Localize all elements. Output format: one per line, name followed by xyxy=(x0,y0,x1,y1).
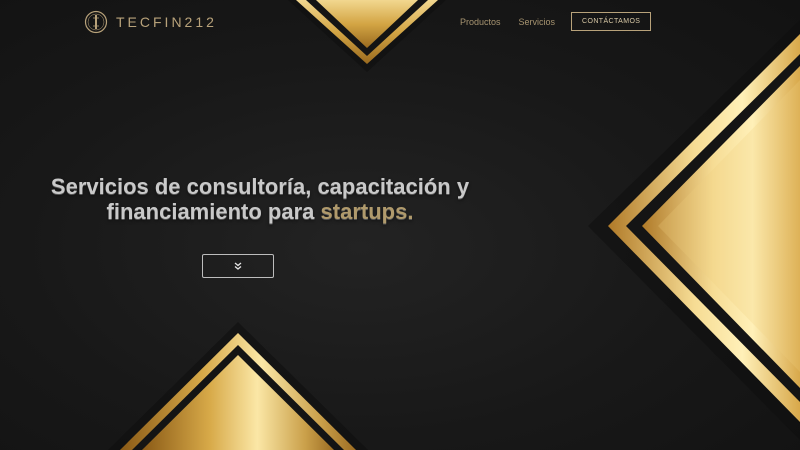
hero-highlight: startups. xyxy=(320,199,414,224)
right-triangle xyxy=(588,20,800,440)
gold-seal-logo-icon xyxy=(84,10,108,34)
contact-button[interactable]: CONTÁCTAMOS xyxy=(571,12,652,31)
hero-line-1: Servicios de consultoría, capacitación y xyxy=(50,174,470,199)
hero-line-2: financiamiento para xyxy=(106,199,315,224)
nav-link-servicios[interactable]: Servicios xyxy=(519,17,556,27)
double-chevron-down-icon xyxy=(234,262,242,270)
brand-name: TECFIN212 xyxy=(116,14,217,30)
nav-link-productos[interactable]: Productos xyxy=(460,17,501,27)
brand[interactable]: TECFIN212 xyxy=(84,8,217,36)
bottom-triangle xyxy=(108,322,368,450)
top-triangle xyxy=(288,0,446,72)
main-nav: Productos Servicios CONTÁCTAMOS xyxy=(460,12,652,31)
gold-triangle-decorations xyxy=(108,0,800,450)
scroll-down-button[interactable] xyxy=(202,254,274,278)
hero-heading: Servicios de consultoría, capacitación y… xyxy=(20,174,500,224)
